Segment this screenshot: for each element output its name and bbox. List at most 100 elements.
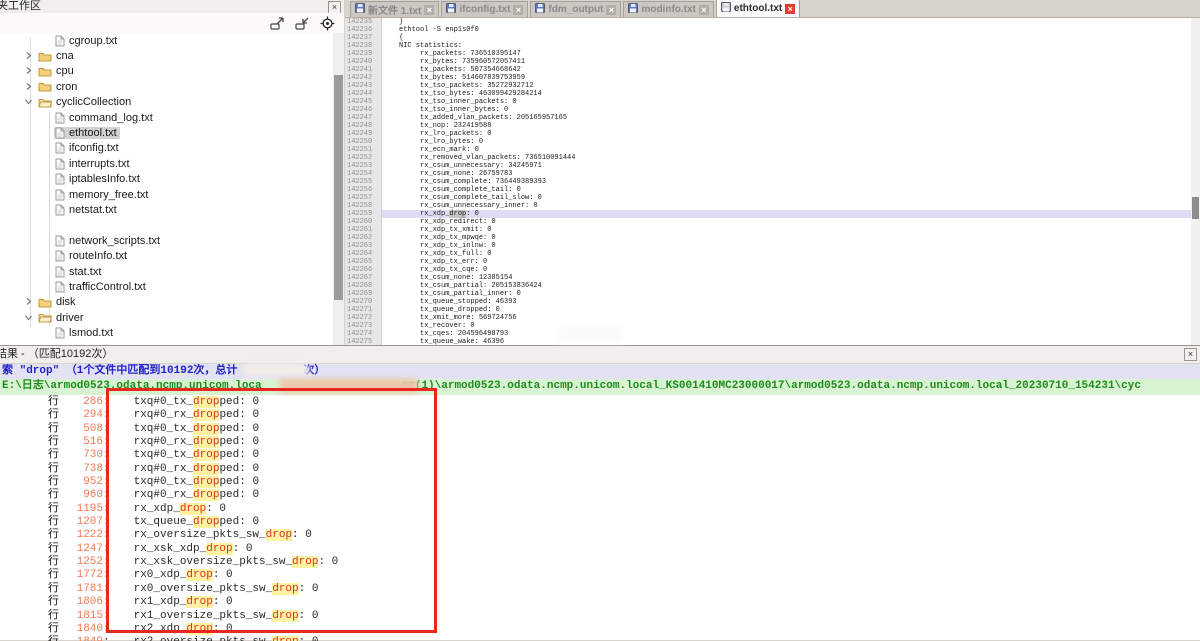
locate-file-icon[interactable]	[320, 16, 336, 31]
result-row-294[interactable]: 行294:rxq#0_rx_dropped: 0	[0, 408, 1200, 421]
editor-area[interactable]: 142235}142236ethtool -S enp1s0f0142237{ 1…	[345, 18, 1191, 345]
editor-line[interactable]: 142240 rx_bytes: 735960572057411	[345, 58, 1191, 66]
tree-item-cgroup.txt[interactable]: cgroup.txt	[0, 33, 333, 48]
tree-item-netstat.txt[interactable]: netstat.txt	[0, 202, 333, 217]
tree-item-ifconfig.txt[interactable]: ifconfig.txt	[0, 141, 333, 156]
tab-1[interactable]: 新文件 1.txt×	[350, 1, 439, 17]
editor-line[interactable]: 142249 rx_lro_packets: 0	[345, 130, 1191, 138]
editor-scrollbar[interactable]	[1191, 18, 1200, 345]
tree-item-routeInfo.txt[interactable]: routeInfo.txt	[0, 248, 333, 263]
result-row-1815[interactable]: 行1815:rx1_oversize_pkts_sw_drop: 0	[0, 609, 1200, 622]
editor-line[interactable]: 142262 rx_xdp_tx_mpwqe: 0	[345, 234, 1191, 242]
editor-line[interactable]: 142257 rx_csum_complete_tail_slow: 0	[345, 194, 1191, 202]
editor-line[interactable]: 142273 tx_recover: 0	[345, 322, 1191, 330]
chevron-right-icon[interactable]	[24, 51, 34, 61]
editor-line[interactable]: 142236ethtool -S enp1s0f0	[345, 26, 1191, 34]
tree-item-disk[interactable]: disk	[0, 295, 333, 310]
editor-line[interactable]: 142258 rx_csum_unnecessary_inner: 0	[345, 202, 1191, 210]
editor-line[interactable]: 142237{	[345, 34, 1191, 42]
chevron-right-icon[interactable]	[24, 82, 34, 92]
result-row-738[interactable]: 行738:rxq#0_rx_dropped: 0	[0, 462, 1200, 475]
editor-line[interactable]: 142242 tx_bytes: 514607839753959	[345, 74, 1191, 82]
editor-line[interactable]: 142253 rx_csum_unnecessary: 34245971	[345, 162, 1191, 170]
tree-item-network_scripts.txt[interactable]: network_scripts.txt	[0, 233, 333, 248]
editor-scrollbar-thumb[interactable]	[1192, 197, 1199, 219]
editor-line[interactable]: 142235}	[345, 18, 1191, 26]
chevron-right-icon[interactable]	[24, 66, 34, 76]
editor-line[interactable]: 142239 rx_packets: 736510395147	[345, 50, 1191, 58]
tab-close-icon[interactable]: ×	[513, 5, 523, 15]
editor-line[interactable]: 142256 rx_csum_complete_tail: 0	[345, 186, 1191, 194]
tree-item-cna[interactable]: cna	[0, 48, 333, 63]
tab-close-icon[interactable]: ×	[785, 4, 795, 14]
tree-scrollbar-thumb[interactable]	[334, 75, 343, 300]
tree-item-cpu[interactable]: cpu	[0, 64, 333, 79]
tree-item-interrupts.txt[interactable]: interrupts.txt	[0, 156, 333, 171]
tab-3[interactable]: fdm_output×	[530, 1, 621, 17]
result-row-1247[interactable]: 行1247:rx_xsk_xdp_drop: 0	[0, 542, 1200, 555]
editor-line[interactable]: 142260 rx_xdp_redirect: 0	[345, 218, 1191, 226]
tab-close-icon[interactable]: ×	[424, 5, 434, 15]
chevron-down-icon[interactable]	[24, 97, 34, 107]
editor-line[interactable]: 142261 rx_xdp_tx_xmit: 0	[345, 226, 1191, 234]
result-row-1222[interactable]: 行1222:rx_oversize_pkts_sw_drop: 0	[0, 528, 1200, 541]
editor-line[interactable]: 142270 tx_queue_stopped: 46393	[345, 298, 1191, 306]
editor-line[interactable]: 142267 tx_csum_none: 12385154	[345, 274, 1191, 282]
result-row-730[interactable]: 行730:txq#0_tx_dropped: 0	[0, 448, 1200, 461]
tree-scrollbar[interactable]	[333, 33, 344, 345]
tree-item-cyclicCollection[interactable]: cyclicCollection	[0, 95, 333, 110]
results-close-icon[interactable]: ×	[1184, 348, 1197, 361]
editor-line[interactable]: 142263 rx_xdp_tx_inlnw: 0	[345, 242, 1191, 250]
tab-close-icon[interactable]: ×	[699, 5, 709, 15]
editor-line[interactable]: 142247 tx_added_vlan_packets: 2051659571…	[345, 114, 1191, 122]
tree-item-driver[interactable]: driver	[0, 310, 333, 325]
editor-line[interactable]: 142266 rx_xdp_tx_cqe: 0	[345, 266, 1191, 274]
editor-line[interactable]: 142246 tx_tso_inner_bytes: 0	[345, 106, 1191, 114]
result-row-1252[interactable]: 行1252:rx_xsk_oversize_pkts_sw_drop: 0	[0, 555, 1200, 568]
chevron-right-icon[interactable]	[24, 297, 34, 307]
editor-line[interactable]: 142250 rx_lro_bytes: 0	[345, 138, 1191, 146]
result-row-1772[interactable]: 行1772:rx0_xdp_drop: 0	[0, 568, 1200, 581]
editor-line[interactable]: 142271 tx_queue_dropped: 0	[345, 306, 1191, 314]
editor-line[interactable]: 142275 tx_queue_wake: 46396	[345, 338, 1191, 345]
editor-line[interactable]: 142268 tx_csum_partial: 205153836424	[345, 282, 1191, 290]
editor-line[interactable]: 142245 tx_tso_inner_packets: 0	[345, 98, 1191, 106]
tab-4[interactable]: modinfo.txt×	[623, 1, 713, 17]
chevron-down-icon[interactable]	[24, 313, 34, 323]
editor-line[interactable]: 142254 rx_csum_none: 26759783	[345, 170, 1191, 178]
result-row-1849[interactable]: 行1849:rx2_oversize_pkts_sw_drop: 0	[0, 635, 1200, 641]
editor-line[interactable]: 142243 tx_tso_packets: 35272932712	[345, 82, 1191, 90]
editor-line[interactable]: 142264 rx_xdp_tx_full: 0	[345, 250, 1191, 258]
editor-line[interactable]: 142259 rx_xdp_drop: 0	[345, 210, 1191, 218]
tree-item-cron[interactable]: cron	[0, 79, 333, 94]
tree-item-trafficControl.txt[interactable]: trafficControl.txt	[0, 279, 333, 294]
editor-line[interactable]: 142248 tx_nop: 232419588	[345, 122, 1191, 130]
result-row-286[interactable]: 行286:txq#0_tx_dropped: 0	[0, 395, 1200, 408]
result-row-516[interactable]: 行516:rxq#0_rx_dropped: 0	[0, 435, 1200, 448]
tab-2[interactable]: ifconfig.txt×	[441, 1, 528, 17]
tab-close-icon[interactable]: ×	[606, 5, 616, 15]
editor-line[interactable]: 142272 tx_xmit_more: 569724756	[345, 314, 1191, 322]
tree-item-stat.txt[interactable]: stat.txt	[0, 264, 333, 279]
tree-item-command_log.txt[interactable]: command_log.txt	[0, 110, 333, 125]
editor-line[interactable]: 142255 rx_csum_complete: 736449389393	[345, 178, 1191, 186]
editor-line[interactable]: 142269 tx_csum_partial_inner: 0	[345, 290, 1191, 298]
tree-item-lsmod.txt[interactable]: lsmod.txt	[0, 325, 333, 340]
editor-line[interactable]: 142265 rx_xdp_tx_err: 0	[345, 258, 1191, 266]
result-row-952[interactable]: 行952:txq#0_tx_dropped: 0	[0, 475, 1200, 488]
expand-all-icon[interactable]	[270, 16, 286, 31]
result-row-960[interactable]: 行960:rxq#0_rx_dropped: 0	[0, 488, 1200, 501]
result-row-1207[interactable]: 行1207:tx_queue_dropped: 0	[0, 515, 1200, 528]
editor-line[interactable]: 142241 tx_packets: 507354668642	[345, 66, 1191, 74]
editor-line[interactable]: 142251 rx_ecn_mark: 0	[345, 146, 1191, 154]
result-row-1195[interactable]: 行1195:rx_xdp_drop: 0	[0, 502, 1200, 515]
result-row-1840[interactable]: 行1840:rx2_xdp_drop: 0	[0, 622, 1200, 635]
editor-line[interactable]: 142244 tx_tso_bytes: 463099429284214	[345, 90, 1191, 98]
tree-item-iptablesInfo.txt[interactable]: iptablesInfo.txt	[0, 172, 333, 187]
collapse-all-icon[interactable]	[295, 16, 311, 31]
result-row-1781[interactable]: 行1781:rx0_oversize_pkts_sw_drop: 0	[0, 582, 1200, 595]
editor-line[interactable]: 142252 rx_removed_vlan_packets: 73651009…	[345, 154, 1191, 162]
result-row-1806[interactable]: 行1806:rx1_xdp_drop: 0	[0, 595, 1200, 608]
editor-line[interactable]: 142274 tx_cqes: 204596498793	[345, 330, 1191, 338]
result-file-path[interactable]: E:\日志\armod0523.odata.ncmp.unicom.locaar…	[0, 379, 1200, 395]
